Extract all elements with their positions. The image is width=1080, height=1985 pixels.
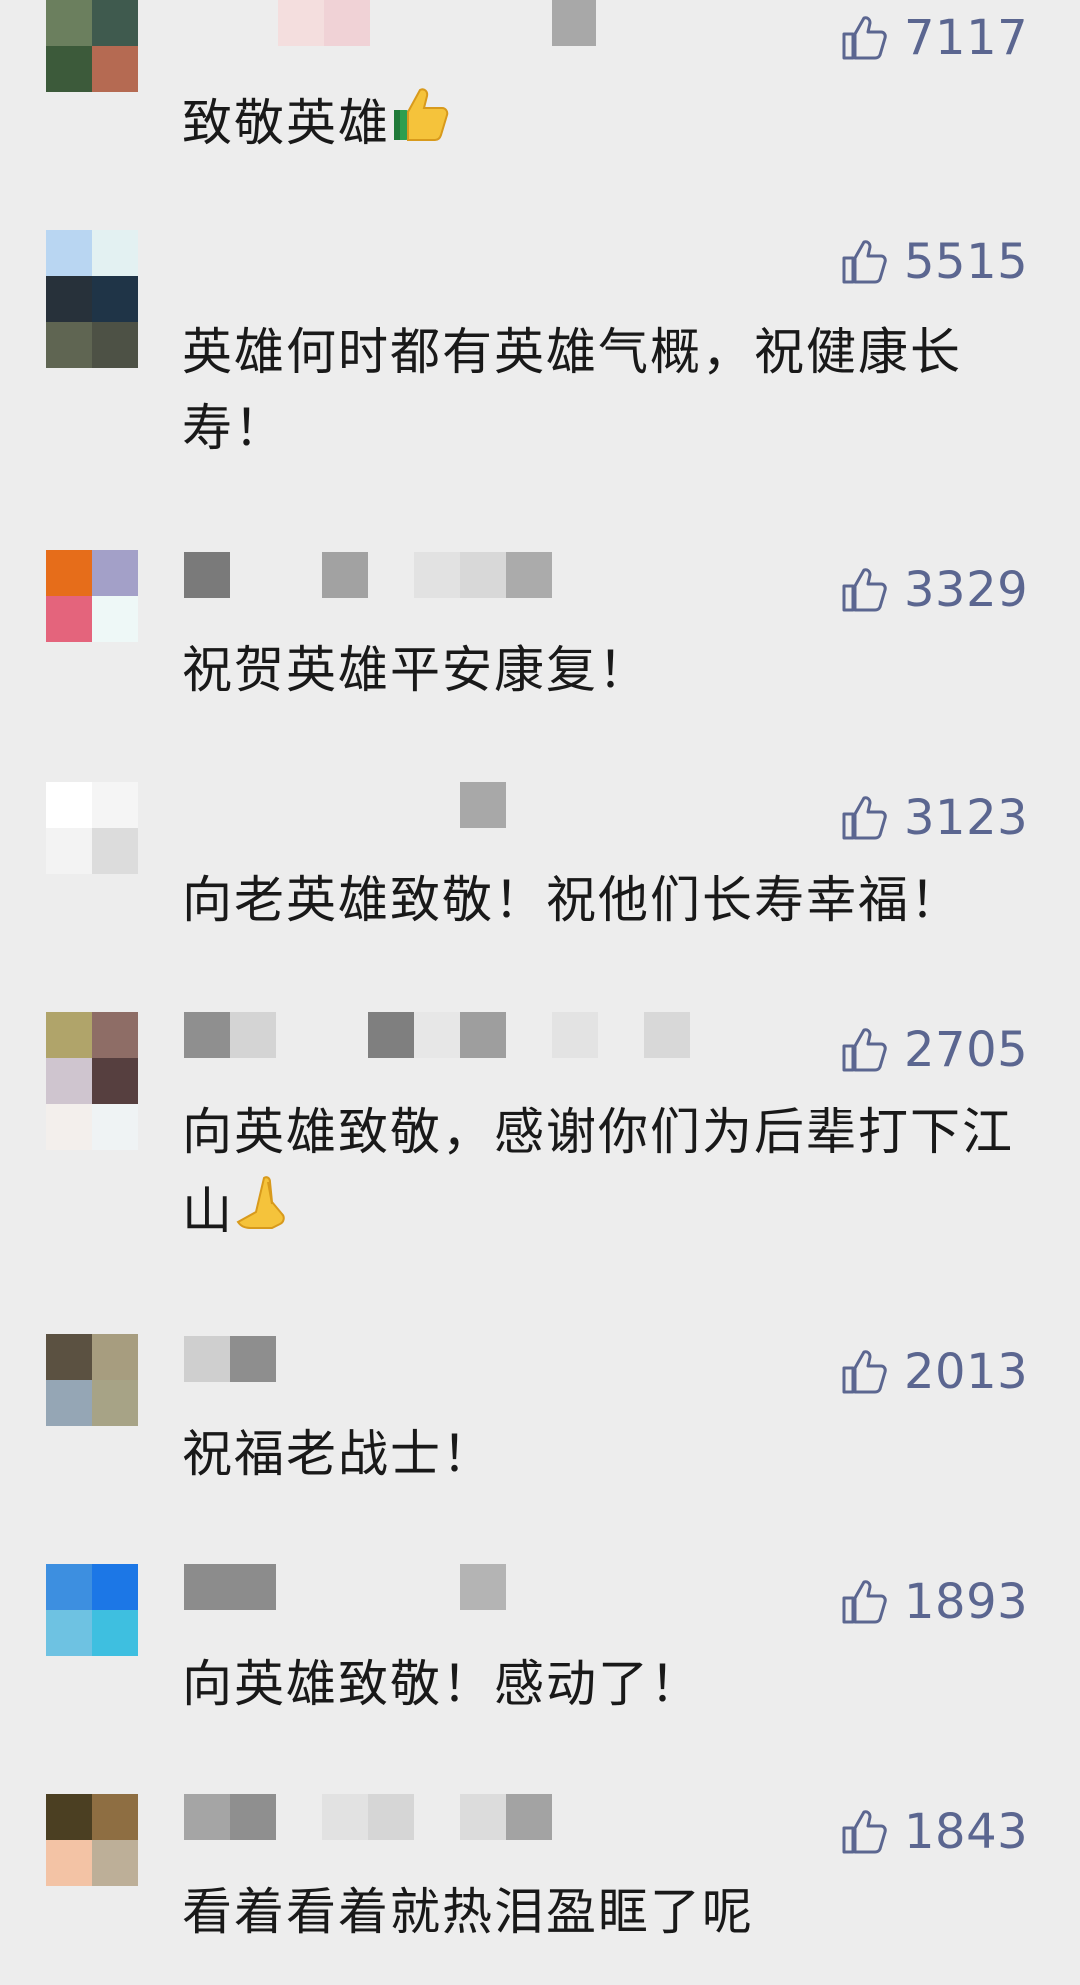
username-blurred[interactable] (184, 1012, 734, 1058)
comment-text: 祝福老战士！ (182, 1425, 494, 1483)
thumbs-up-icon (842, 1350, 887, 1394)
avatar[interactable] (46, 0, 138, 92)
username-blurred[interactable] (184, 0, 596, 46)
like-count: 1893 (904, 1574, 1029, 1630)
like-count: 5515 (904, 234, 1029, 290)
like-count: 2705 (904, 1022, 1029, 1078)
username-blurred[interactable] (184, 552, 552, 598)
comment-text: 祝贺英雄平安康复！ (182, 641, 650, 699)
comment-text: 向英雄致敬！感动了！ (182, 1655, 702, 1713)
thumbs-up-icon (842, 1580, 887, 1624)
avatar[interactable] (46, 230, 138, 368)
avatar[interactable] (46, 1012, 138, 1150)
like-count: 3329 (904, 562, 1029, 618)
like-button[interactable]: 2705 (838, 1020, 1028, 1080)
thumbs-up-icon (842, 240, 887, 284)
like-count: 1843 (904, 1804, 1029, 1860)
like-button[interactable]: 2013 (838, 1342, 1028, 1402)
username-blurred[interactable] (184, 1794, 552, 1840)
comment-text: 致敬英雄 (182, 82, 1032, 161)
like-button[interactable]: 1893 (838, 1572, 1028, 1632)
comment-list: 7117 致敬英雄 5515 英雄何时都有英雄气概，祝健康长寿！ 3329 祝贺… (0, 0, 1080, 1985)
thumbs-up-icon (842, 16, 887, 60)
like-button[interactable]: 3329 (838, 560, 1028, 620)
thumbs-up-icon (842, 568, 887, 612)
like-count: 3123 (904, 790, 1029, 846)
username-blurred[interactable] (184, 1564, 514, 1610)
like-button[interactable]: 5515 (838, 232, 1028, 292)
avatar[interactable] (46, 550, 138, 642)
thumbs-up-icon (842, 796, 887, 840)
comment-text: 看着看着就热泪盈眶了呢 (182, 1883, 754, 1941)
avatar[interactable] (46, 1794, 138, 1886)
like-count: 2013 (904, 1344, 1029, 1400)
avatar[interactable] (46, 782, 138, 874)
thumbs-up-emoji-icon (394, 88, 449, 141)
comment-text: 向老英雄致敬！祝他们长寿幸福！ (182, 871, 962, 929)
avatar[interactable] (46, 1564, 138, 1656)
like-button[interactable]: 7117 (838, 8, 1028, 68)
username-blurred[interactable] (184, 1336, 514, 1382)
folded-hands-emoji-icon (236, 1176, 285, 1229)
comment-text: 英雄何时都有英雄气概，祝健康长寿！ (182, 323, 962, 457)
thumbs-up-icon (842, 1810, 887, 1854)
comment-text: 向英雄致敬，感谢你们为后辈打下江山 (182, 1103, 1014, 1240)
like-button[interactable]: 3123 (838, 788, 1028, 848)
username-blurred[interactable] (184, 782, 514, 828)
thumbs-up-icon (842, 1028, 887, 1072)
like-count: 7117 (904, 10, 1029, 66)
like-button[interactable]: 1843 (838, 1802, 1028, 1862)
avatar[interactable] (46, 1334, 138, 1426)
